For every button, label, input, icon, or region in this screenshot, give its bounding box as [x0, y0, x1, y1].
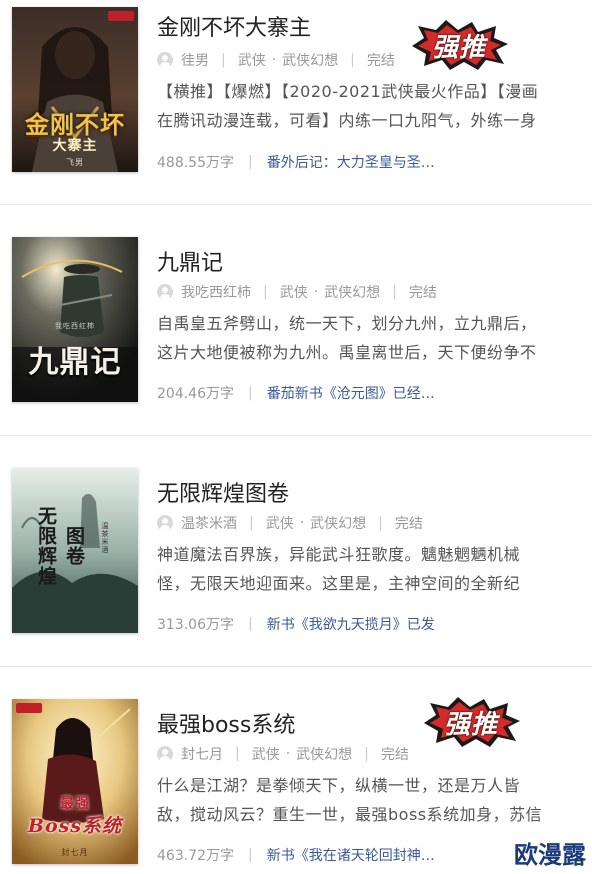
- badge-label: 强推: [443, 709, 498, 740]
- separator: |: [221, 52, 226, 68]
- watermark-logo: 欧漫露: [514, 841, 586, 869]
- badge-label: 强推: [431, 32, 486, 63]
- book-author[interactable]: 徍男: [181, 50, 209, 70]
- list-item[interactable]: 金刚不坏 大寨主 飞男 金刚不坏大寨主 徍男 | 武侠 · 武侠幻想 | 完结 …: [0, 0, 592, 204]
- book-genre[interactable]: 武侠: [238, 50, 266, 70]
- book-meta: 温茶米酒 | 武侠 · 武侠幻想 | 完结: [157, 513, 423, 533]
- word-count: 463.72万字: [157, 848, 234, 864]
- word-count: 204.46万字: [157, 386, 234, 402]
- dot-separator: ·: [285, 746, 291, 762]
- book-cover[interactable]: 金刚不坏 大寨主 飞男: [12, 7, 138, 172]
- book-footer: 463.72万字 | 新书《我在诸天轮回封神…: [157, 845, 435, 865]
- description-line: 神道魔法百界族，异能武斗狂歌度。魑魅魍魉机械: [157, 545, 521, 564]
- dot-separator: ·: [299, 515, 305, 531]
- book-author[interactable]: 我吃西红柿: [181, 282, 251, 302]
- separator: |: [263, 284, 268, 300]
- book-cover[interactable]: 无限辉煌 图卷 温茶米酒: [12, 468, 138, 633]
- book-status: 完结: [394, 516, 423, 532]
- separator: |: [350, 52, 355, 68]
- separator: |: [235, 746, 240, 762]
- dot-separator: ·: [271, 52, 277, 68]
- separator: |: [378, 515, 383, 531]
- description-line: 【横推】【爆燃】【2020-2021武侠最火作品】【漫画: [157, 82, 539, 101]
- avatar-icon: [157, 52, 173, 68]
- book-description: 自禹皇五斧劈山，统一天下，划分九州，立九鼎后， 这片大地便被称为九州。禹皇离世后…: [157, 309, 577, 367]
- book-genre[interactable]: 武侠: [280, 282, 308, 302]
- separator: |: [248, 847, 253, 863]
- separator: |: [248, 616, 253, 632]
- book-description: 【横推】【爆燃】【2020-2021武侠最火作品】【漫画 在腾讯动漫连载，可看】…: [157, 77, 577, 135]
- book-title[interactable]: 无限辉煌图卷: [157, 476, 289, 508]
- dot-separator: ·: [313, 284, 319, 300]
- book-status: 完结: [366, 53, 395, 69]
- cover-art: [12, 699, 138, 864]
- latest-chapter-link[interactable]: 番外后记：大力圣皇与圣…: [267, 152, 435, 172]
- book-cover[interactable]: 九鼎记 我吃西红柿: [12, 237, 138, 402]
- book-status: 完结: [380, 747, 409, 763]
- description-line: 在腾讯动漫连载，可看】内练一口九阳气，外练一身: [157, 111, 537, 130]
- list-item[interactable]: 无限辉煌 图卷 温茶米酒 无限辉煌图卷 温茶米酒 | 武侠 · 武侠幻想 | 完…: [0, 436, 592, 666]
- latest-chapter-link[interactable]: 新书《我欲九天揽月》已发: [267, 614, 435, 634]
- book-meta: 徍男 | 武侠 · 武侠幻想 | 完结: [157, 50, 395, 70]
- cover-author: 封七月: [61, 848, 89, 857]
- cover-title: 九鼎记: [28, 345, 122, 380]
- separator: |: [248, 154, 253, 170]
- book-title[interactable]: 最强boss系统: [157, 707, 295, 739]
- book-subgenre[interactable]: 武侠幻想: [296, 744, 352, 764]
- book-footer: 204.46万字 | 番茄新书《沧元图》已经…: [157, 383, 435, 403]
- book-subgenre[interactable]: 武侠幻想: [282, 50, 338, 70]
- book-author[interactable]: 温茶米酒: [181, 513, 237, 533]
- description-line: 自禹皇五斧劈山，统一天下，划分九州，立九鼎后，: [157, 314, 537, 333]
- word-count: 488.55万字: [157, 155, 234, 171]
- book-meta: 封七月 | 武侠 · 武侠幻想 | 完结: [157, 744, 409, 764]
- separator: |: [392, 284, 397, 300]
- book-list: 金刚不坏 大寨主 飞男 金刚不坏大寨主 徍男 | 武侠 · 武侠幻想 | 完结 …: [0, 0, 592, 874]
- avatar-icon: [157, 515, 173, 531]
- book-genre[interactable]: 武侠: [252, 744, 280, 764]
- cover-subtitle: 大寨主: [52, 138, 98, 154]
- book-genre[interactable]: 武侠: [266, 513, 294, 533]
- description-line: 怪，无限天地迎面来。这里是，主神空间的全新纪: [157, 574, 521, 593]
- book-description: 神道魔法百界族，异能武斗狂歌度。魑魅魍魉机械 怪，无限天地迎面来。这里是，主神空…: [157, 540, 577, 598]
- book-title[interactable]: 九鼎记: [157, 245, 223, 277]
- description-line: 敌，搅动风云？重生一世，最强boss系统加身，苏信: [157, 805, 543, 824]
- recommend-badge: 强推: [420, 695, 522, 749]
- book-meta: 我吃西红柿 | 武侠 · 武侠幻想 | 完结: [157, 282, 437, 302]
- list-item[interactable]: 最强 Boss系统 封七月 最强boss系统 封七月 | 武侠 · 武侠幻想 |…: [0, 667, 592, 874]
- description-line: 什么是江湖？是拳倾天下，纵横一世，还是万人皆: [157, 776, 521, 795]
- book-footer: 313.06万字 | 新书《我欲九天揽月》已发: [157, 614, 435, 634]
- cover-subtitle: Boss系统: [27, 815, 123, 837]
- book-status: 完结: [408, 285, 437, 301]
- latest-chapter-link[interactable]: 新书《我在诸天轮回封神…: [267, 845, 435, 865]
- description-line: 这片大地便被称为九州。禹皇离世后，天下便纷争不: [157, 343, 537, 362]
- cover-author: 飞男: [66, 158, 84, 167]
- book-cover[interactable]: 最强 Boss系统 封七月: [12, 699, 138, 864]
- cover-author: 我吃西红柿: [55, 322, 95, 330]
- cover-subtitle: 图卷: [63, 526, 85, 566]
- avatar-icon: [157, 284, 173, 300]
- avatar-icon: [157, 746, 173, 762]
- cover-author: 温茶米酒: [101, 522, 109, 554]
- word-count: 313.06万字: [157, 617, 234, 633]
- separator: |: [364, 746, 369, 762]
- latest-chapter-link[interactable]: 番茄新书《沧元图》已经…: [267, 383, 435, 403]
- book-author[interactable]: 封七月: [181, 744, 223, 764]
- cover-title: 无限辉煌: [35, 506, 57, 586]
- book-subgenre[interactable]: 武侠幻想: [310, 513, 366, 533]
- book-subgenre[interactable]: 武侠幻想: [324, 282, 380, 302]
- book-description: 什么是江湖？是拳倾天下，纵横一世，还是万人皆 敌，搅动风云？重生一世，最强bos…: [157, 771, 577, 829]
- recommend-badge: 强推: [408, 18, 510, 72]
- cover-title: 最强: [60, 796, 90, 812]
- book-footer: 488.55万字 | 番外后记：大力圣皇与圣…: [157, 152, 435, 172]
- separator: |: [248, 385, 253, 401]
- list-item[interactable]: 九鼎记 我吃西红柿 九鼎记 我吃西红柿 | 武侠 · 武侠幻想 | 完结 自禹皇…: [0, 205, 592, 435]
- separator: |: [249, 515, 254, 531]
- book-title[interactable]: 金刚不坏大寨主: [157, 10, 311, 42]
